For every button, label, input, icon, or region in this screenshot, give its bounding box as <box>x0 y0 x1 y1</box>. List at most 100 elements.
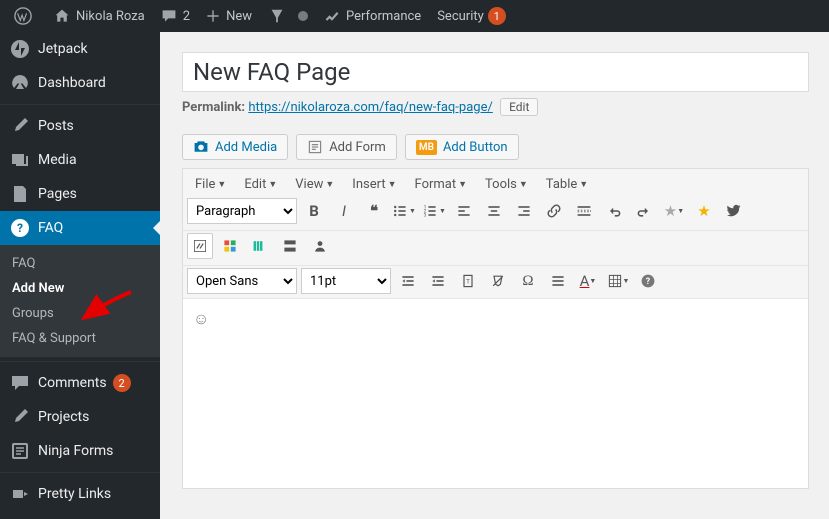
sidebar-item-pages[interactable]: Pages <box>0 177 160 211</box>
justify-button[interactable] <box>545 268 571 294</box>
sidebar-item-projects[interactable]: Projects <box>0 400 160 434</box>
media-buttons-row: Add Media Add Form MB Add Button <box>182 134 809 160</box>
editor-main: Permalink: https://nikolaroza.com/faq/ne… <box>160 32 829 519</box>
edit-permalink-button[interactable]: Edit <box>500 98 538 116</box>
redo-button[interactable] <box>631 198 657 224</box>
sidebar-item-label: Jetpack <box>38 41 88 57</box>
align-left-button[interactable] <box>451 198 477 224</box>
sidebar-item-faq[interactable]: ? FAQ <box>0 211 160 245</box>
shortcode-button[interactable] <box>187 233 213 259</box>
bullet-list-button[interactable]: ▼ <box>391 198 417 224</box>
camera-icon <box>193 139 209 155</box>
menu-view[interactable]: View▼ <box>289 175 340 194</box>
security-label: Security <box>437 9 484 24</box>
add-form-label: Add Form <box>329 140 386 155</box>
add-media-label: Add Media <box>215 140 277 155</box>
editor-content-area[interactable]: ☺ <box>183 298 808 488</box>
svg-text:T: T <box>466 277 470 285</box>
favorite-star-button[interactable]: ★ <box>691 198 717 224</box>
align-center-button[interactable] <box>481 198 507 224</box>
smiley-icon: ☺ <box>193 309 209 328</box>
comment-count: 2 <box>183 9 190 24</box>
paste-text-button[interactable]: T <box>455 268 481 294</box>
sidebar-item-label: Media <box>38 152 77 168</box>
sidebar-item-label: Dashboard <box>38 75 106 91</box>
add-media-button[interactable]: Add Media <box>182 134 288 160</box>
more-tag-button[interactable] <box>571 198 597 224</box>
page-break-button[interactable] <box>277 233 303 259</box>
menu-file[interactable]: File▼ <box>189 175 232 194</box>
special-char-button[interactable]: Ω <box>515 268 541 294</box>
menu-format[interactable]: Format▼ <box>409 175 474 194</box>
submenu-item-faq[interactable]: FAQ <box>0 251 160 276</box>
security-count-badge: 1 <box>488 7 506 25</box>
text-color-button[interactable]: A▼ <box>575 268 601 294</box>
site-name-text: Nikola Roza <box>76 9 145 24</box>
table-button[interactable]: ▼ <box>605 268 631 294</box>
format-select[interactable]: Paragraph <box>187 198 297 224</box>
chevron-down-icon: ▼ <box>458 179 467 190</box>
twitter-button[interactable] <box>721 198 747 224</box>
post-title-input[interactable] <box>182 52 809 92</box>
star-button[interactable]: ★▼ <box>661 198 687 224</box>
submenu-item-add-new[interactable]: Add New <box>0 276 160 301</box>
comments-link[interactable]: 2 <box>153 0 198 32</box>
clear-format-button[interactable] <box>485 268 511 294</box>
menu-separator <box>0 100 160 105</box>
number-list-button[interactable]: 123▼ <box>421 198 447 224</box>
menu-edit[interactable]: Edit▼ <box>238 175 283 194</box>
italic-button[interactable]: I <box>331 198 357 224</box>
chevron-down-icon: ▼ <box>519 179 528 190</box>
chevron-down-icon: ▼ <box>388 179 397 190</box>
site-name-link[interactable]: Nikola Roza <box>46 0 153 32</box>
add-form-button[interactable]: Add Form <box>296 134 397 160</box>
sidebar-item-ninja-forms[interactable]: Ninja Forms <box>0 434 160 468</box>
permalink-link[interactable]: https://nikolaroza.com/faq/new-faq-page/ <box>248 100 493 115</box>
chevron-down-icon: ▼ <box>579 179 588 190</box>
outdent-button[interactable] <box>395 268 421 294</box>
user-icon-button[interactable] <box>307 233 333 259</box>
indent-button[interactable] <box>425 268 451 294</box>
form-icon <box>307 139 323 155</box>
yoast-link[interactable] <box>260 0 316 32</box>
undo-button[interactable] <box>601 198 627 224</box>
bold-button[interactable]: B <box>301 198 327 224</box>
editor-toolbar-row-2 <box>183 230 808 263</box>
help-button[interactable]: ? <box>635 268 661 294</box>
admin-sidebar: Jetpack Dashboard Posts Media Pages ? FA… <box>0 32 160 519</box>
sidebar-item-dashboard[interactable]: Dashboard <box>0 66 160 100</box>
admin-top-bar: Nikola Roza 2 New Performance Security 1 <box>0 0 829 32</box>
menu-separator <box>0 468 160 473</box>
sidebar-item-posts[interactable]: Posts <box>0 109 160 143</box>
font-family-select[interactable]: Open Sans <box>187 268 297 294</box>
add-button-button[interactable]: MB Add Button <box>405 134 519 160</box>
performance-link[interactable]: Performance <box>316 0 429 32</box>
svg-text:3: 3 <box>424 213 427 219</box>
submenu-item-faq-support[interactable]: FAQ & Support <box>0 326 160 351</box>
menu-separator <box>0 357 160 362</box>
security-link[interactable]: Security 1 <box>429 0 514 32</box>
columns-button[interactable] <box>247 233 273 259</box>
chevron-down-icon: ▼ <box>325 179 334 190</box>
chevron-down-icon: ▼ <box>217 179 226 190</box>
sidebar-item-comments[interactable]: Comments 2 <box>0 366 160 400</box>
new-content-link[interactable]: New <box>198 0 260 32</box>
font-size-select[interactable]: 11pt <box>301 268 391 294</box>
svg-text:?: ? <box>646 277 651 287</box>
sidebar-item-jetpack[interactable]: Jetpack <box>0 32 160 66</box>
menu-insert[interactable]: Insert▼ <box>346 175 402 194</box>
wp-logo[interactable] <box>6 0 46 32</box>
permalink-slug: new-faq-page/ <box>409 100 493 115</box>
editor-menubar: File▼ Edit▼ View▼ Insert▼ Format▼ Tools▼… <box>183 169 808 196</box>
align-right-button[interactable] <box>511 198 537 224</box>
color-blocks-button[interactable] <box>217 233 243 259</box>
menu-table[interactable]: Table▼ <box>540 175 594 194</box>
link-button[interactable] <box>541 198 567 224</box>
mb-badge: MB <box>416 140 437 155</box>
sidebar-item-media[interactable]: Media <box>0 143 160 177</box>
sidebar-item-pretty-links[interactable]: Pretty Links <box>0 477 160 511</box>
svg-text:?: ? <box>17 221 23 235</box>
submenu-item-groups[interactable]: Groups <box>0 301 160 326</box>
blockquote-button[interactable]: ❝ <box>361 198 387 224</box>
menu-tools[interactable]: Tools▼ <box>479 175 534 194</box>
